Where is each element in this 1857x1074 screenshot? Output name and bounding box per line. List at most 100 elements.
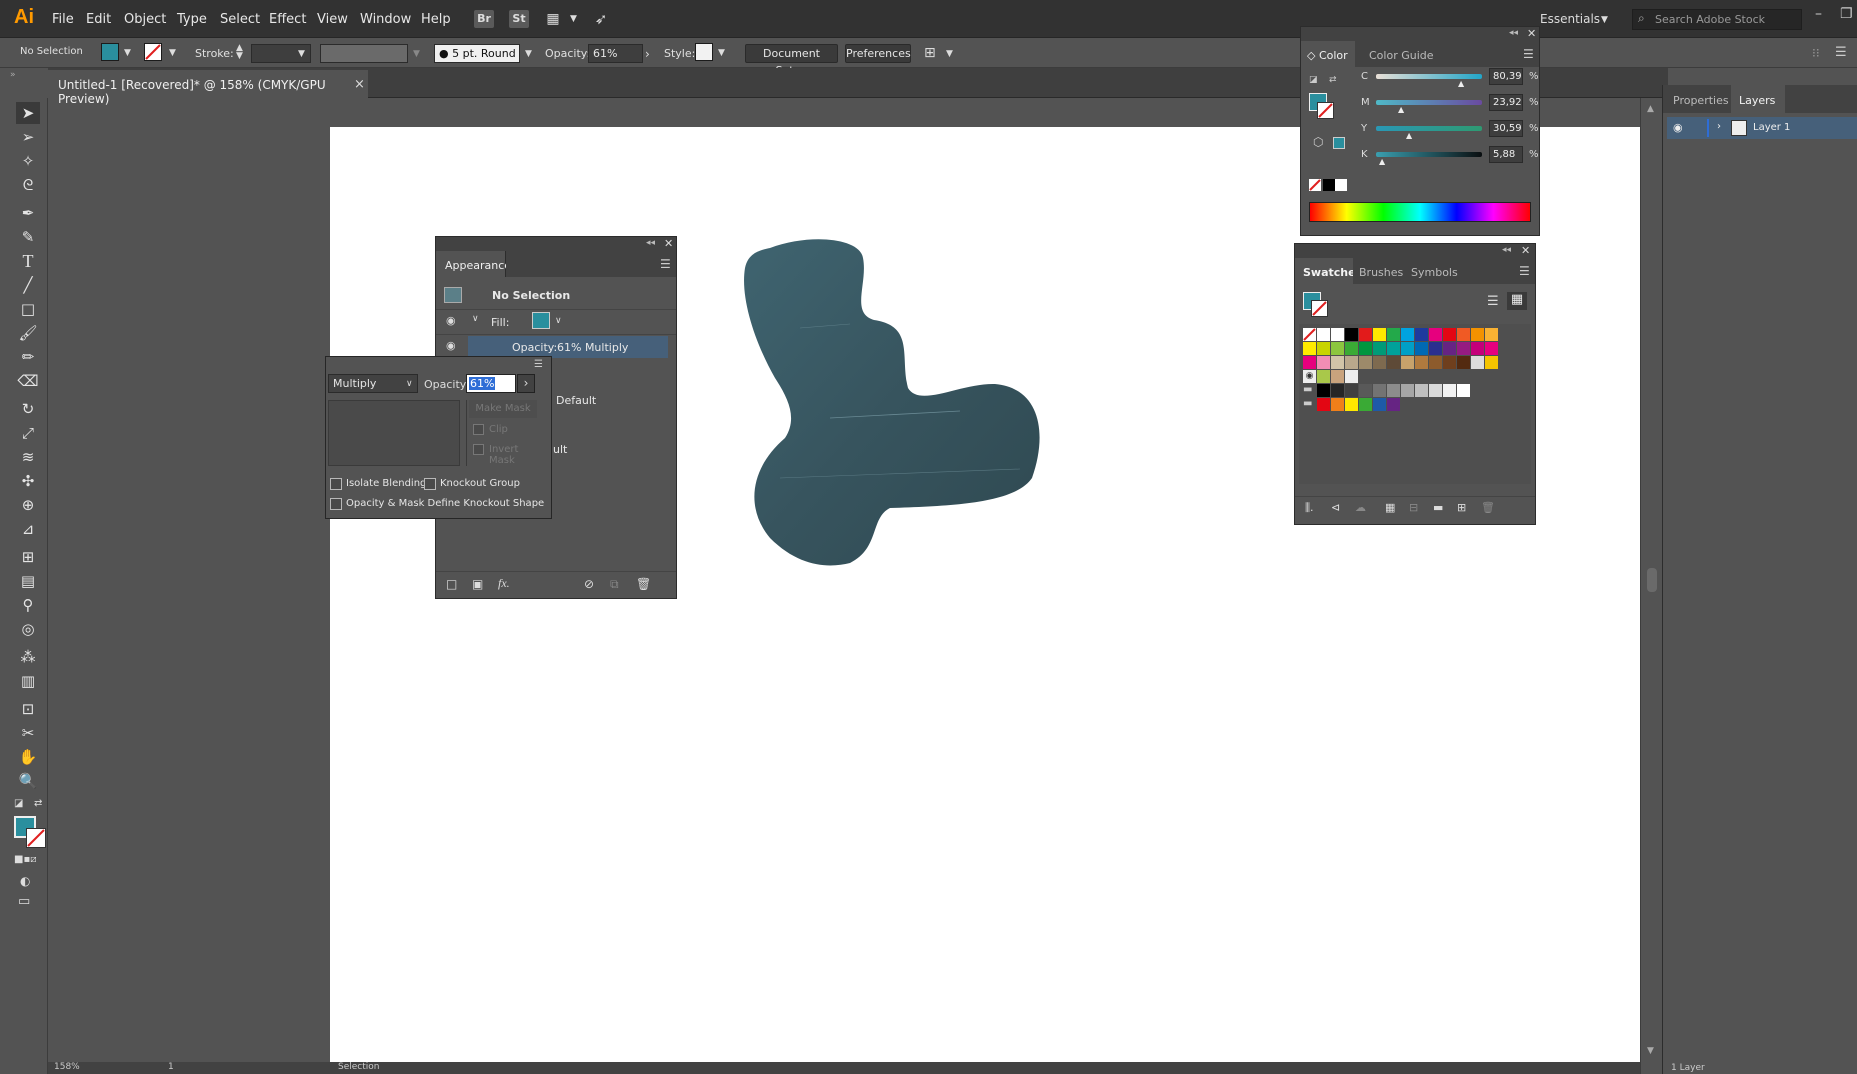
white-swatch[interactable] bbox=[1335, 179, 1347, 191]
show-kinds-icon[interactable]: ⊲ bbox=[1331, 501, 1340, 514]
panel-menu-icon[interactable]: ☰ bbox=[1523, 47, 1534, 61]
collapse-panel-icon[interactable]: ◂◂ bbox=[1502, 245, 1511, 255]
swatch[interactable] bbox=[1415, 384, 1428, 397]
swatch[interactable] bbox=[1401, 384, 1414, 397]
slider-thumb-icon[interactable]: ▲ bbox=[1398, 105, 1404, 114]
properties-tab[interactable]: Properties bbox=[1665, 85, 1731, 113]
chevron-down-icon[interactable]: ▼ bbox=[946, 49, 953, 59]
arrange-documents-icon[interactable]: ▦ bbox=[543, 10, 563, 28]
swatch[interactable] bbox=[1387, 398, 1400, 411]
brushes-tab[interactable]: Brushes bbox=[1359, 266, 1403, 279]
isolate-blending-checkbox[interactable] bbox=[330, 478, 342, 490]
close-panel-icon[interactable]: ✕ bbox=[664, 237, 673, 250]
channel-slider-m[interactable] bbox=[1376, 100, 1482, 105]
textured-blob-shape[interactable] bbox=[740, 238, 1120, 604]
chevron-down-icon[interactable]: ▼ bbox=[718, 48, 725, 58]
symbols-tab[interactable]: Symbols bbox=[1411, 266, 1458, 279]
workspace-switcher[interactable]: Essentials bbox=[1540, 12, 1600, 26]
stroke-color-swatch[interactable] bbox=[1311, 300, 1328, 317]
swatch[interactable] bbox=[1345, 398, 1358, 411]
opacity-row-selected[interactable]: Opacity: 61% Multiply bbox=[468, 336, 668, 358]
menu-view[interactable]: View bbox=[317, 12, 348, 27]
blend-tool-icon[interactable]: ◎ bbox=[16, 618, 40, 640]
swatch[interactable] bbox=[1373, 356, 1386, 369]
color-tab[interactable]: ◇ Color bbox=[1301, 41, 1355, 67]
menu-file[interactable]: File bbox=[52, 12, 74, 27]
channel-value-k[interactable]: 5,88 bbox=[1489, 146, 1523, 163]
swatch[interactable] bbox=[1401, 356, 1414, 369]
lasso-tool-icon[interactable]: ᘓ bbox=[16, 174, 40, 196]
current-tool-status[interactable]: Selection bbox=[338, 1062, 379, 1072]
swatch[interactable] bbox=[1373, 384, 1386, 397]
swatch[interactable] bbox=[1359, 384, 1372, 397]
panel-titlebar[interactable] bbox=[436, 237, 676, 251]
swatch[interactable] bbox=[1359, 356, 1372, 369]
swatch[interactable] bbox=[1401, 342, 1414, 355]
minimize-icon[interactable]: – bbox=[1815, 6, 1822, 22]
none-swatch[interactable] bbox=[1309, 179, 1321, 191]
swatch[interactable] bbox=[1387, 342, 1400, 355]
scroll-thumb[interactable] bbox=[1647, 568, 1657, 592]
eye-icon[interactable]: ◉ bbox=[446, 339, 456, 352]
collapse-panel-icon[interactable]: ◂◂ bbox=[646, 238, 655, 248]
channel-slider-y[interactable] bbox=[1376, 126, 1482, 131]
swatch[interactable] bbox=[1331, 384, 1344, 397]
eyedropper-tool-icon[interactable]: ⚲ bbox=[16, 594, 40, 616]
pen-tool-icon[interactable]: ✒ bbox=[16, 202, 40, 224]
menu-edit[interactable]: Edit bbox=[86, 12, 111, 27]
hand-tool-icon[interactable]: ✋ bbox=[16, 746, 40, 768]
chevron-down-icon[interactable]: ▼ bbox=[570, 14, 577, 24]
swatch[interactable] bbox=[1331, 328, 1344, 341]
bridge-icon[interactable]: Br bbox=[474, 10, 494, 28]
out-of-gamut-icon[interactable]: ⬡ bbox=[1313, 135, 1323, 149]
knockout-group-checkbox[interactable] bbox=[424, 478, 436, 490]
web-safe-swatch[interactable] bbox=[1333, 137, 1345, 149]
stroke-color-swatch[interactable] bbox=[26, 828, 46, 848]
scroll-up-icon[interactable]: ▲ bbox=[1647, 104, 1654, 114]
swap-colors-icon[interactable]: ⇄ bbox=[34, 798, 42, 809]
swatch[interactable] bbox=[1317, 398, 1330, 411]
swatch[interactable] bbox=[1317, 384, 1330, 397]
artboard-number[interactable]: 1 bbox=[168, 1062, 174, 1072]
gpu-performance-icon[interactable]: ➶ bbox=[591, 10, 611, 28]
swatch[interactable] bbox=[1429, 356, 1442, 369]
chevron-down-icon[interactable]: ▼ bbox=[169, 48, 176, 58]
swatch[interactable] bbox=[1345, 342, 1358, 355]
pattern-swatch-icon[interactable]: ◉ bbox=[1303, 370, 1316, 383]
chevron-down-icon[interactable]: ∨ bbox=[472, 314, 479, 324]
swatch[interactable] bbox=[1443, 384, 1456, 397]
opacity-attr-value[interactable]: 61% Multiply bbox=[557, 341, 628, 354]
vertical-scrollbar[interactable]: ▲ ▼ bbox=[1640, 98, 1662, 1074]
stroke-swatch[interactable] bbox=[144, 43, 162, 61]
eye-icon[interactable]: ◉ bbox=[1673, 121, 1683, 134]
document-setup-button[interactable]: Document Setup bbox=[745, 44, 838, 77]
graphic-style-swatch[interactable] bbox=[695, 43, 713, 61]
zoom-tool-icon[interactable]: 🔍 bbox=[16, 770, 40, 792]
screen-mode-icon[interactable]: ▭ bbox=[18, 894, 30, 909]
swatch[interactable] bbox=[1387, 384, 1400, 397]
mesh-tool-icon[interactable]: ⊞ bbox=[16, 546, 40, 568]
puppet-warp-tool-icon[interactable]: ✣ bbox=[16, 470, 40, 492]
make-mask-button[interactable]: Make Mask bbox=[469, 400, 537, 418]
trash-icon[interactable]: 🗑 bbox=[1481, 501, 1495, 514]
channel-slider-c[interactable] bbox=[1376, 74, 1482, 79]
swatch-libraries-icon[interactable]: ⫼. bbox=[1305, 501, 1314, 515]
opacity-input[interactable]: 61% bbox=[466, 374, 516, 393]
swatch[interactable] bbox=[1471, 342, 1484, 355]
shape-builder-tool-icon[interactable]: ⊕ bbox=[16, 494, 40, 516]
swatch[interactable] bbox=[1373, 328, 1386, 341]
channel-value-c[interactable]: 80,39 bbox=[1489, 68, 1523, 85]
swatch[interactable] bbox=[1359, 342, 1372, 355]
slider-thumb-icon[interactable]: ▲ bbox=[1406, 131, 1412, 140]
layers-tab[interactable]: Layers bbox=[1731, 85, 1785, 113]
stock-icon[interactable]: St bbox=[509, 10, 529, 28]
swap-colors-icon[interactable]: ⇄ bbox=[1329, 75, 1337, 85]
none-swatch[interactable] bbox=[1303, 328, 1316, 341]
close-panel-icon[interactable]: ✕ bbox=[1527, 27, 1536, 40]
eraser-tool-icon[interactable]: ⌫ bbox=[16, 370, 40, 392]
chevron-down-icon[interactable]: ∨ bbox=[555, 316, 562, 326]
swatch[interactable] bbox=[1443, 356, 1456, 369]
symbol-sprayer-tool-icon[interactable]: ⁂ bbox=[16, 646, 40, 668]
magic-wand-tool-icon[interactable]: ✧ bbox=[16, 150, 40, 172]
duplicate-item-icon[interactable]: ⧉ bbox=[610, 577, 619, 592]
